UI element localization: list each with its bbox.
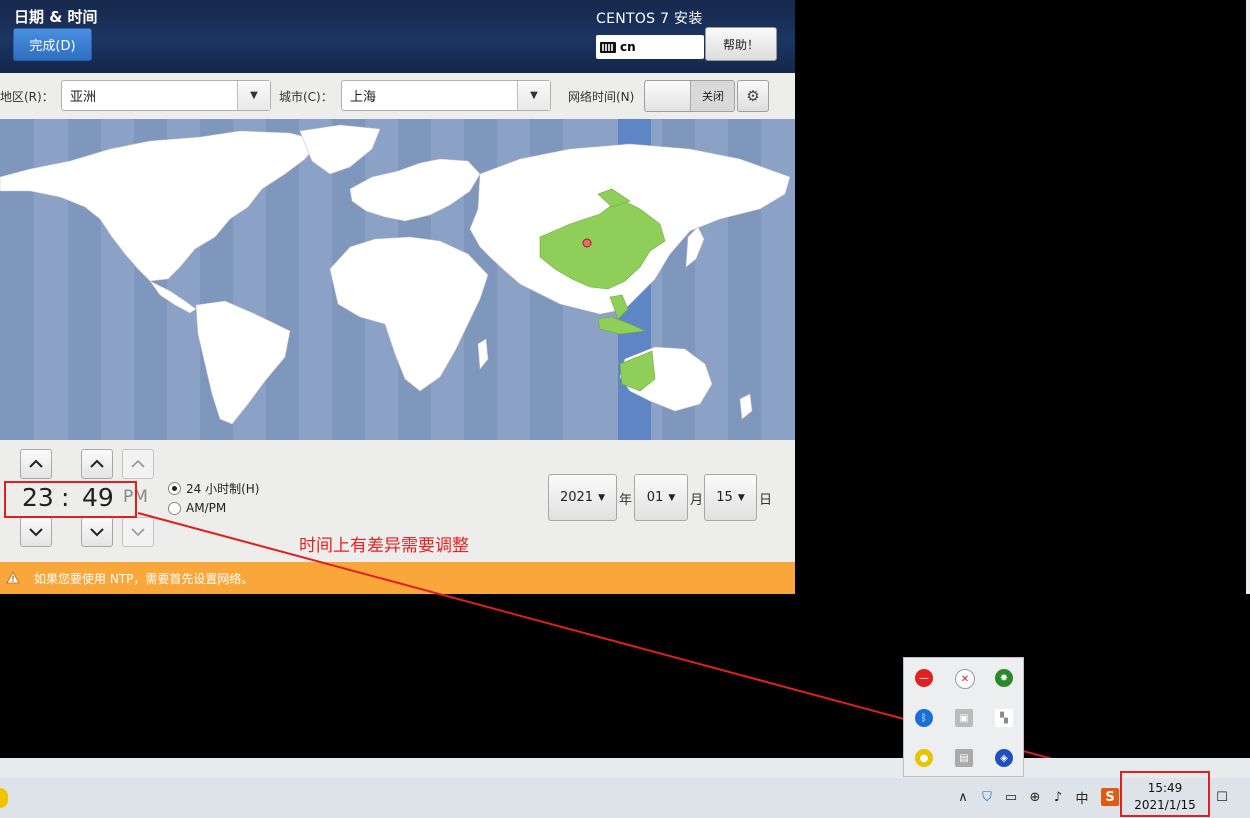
minute-up-button[interactable] — [81, 449, 113, 479]
chevron-down-icon: ▼ — [737, 492, 745, 503]
bluetooth-icon[interactable]: ᛒ — [915, 709, 933, 727]
chevron-down-icon[interactable]: ▼ — [237, 81, 270, 110]
shield-icon[interactable]: ⛉ — [978, 788, 996, 806]
city-label: 城市(C)： — [279, 90, 333, 104]
chevron-down-icon — [90, 528, 104, 537]
ime-indicator[interactable]: 中 — [1073, 788, 1091, 807]
volume-icon[interactable]: ♪ — [1049, 788, 1067, 806]
region-label: 地区(R)： — [0, 90, 54, 104]
format-24h-radio[interactable]: 24 小时制(H) — [168, 480, 259, 497]
tray-overflow-popup: — ✕ ✸ ᛒ ▣ ▚ ● ▤ ◈ — [903, 657, 1024, 777]
month-unit: 月 — [690, 493, 704, 508]
update-icon[interactable]: ◈ — [995, 749, 1013, 767]
antivirus-icon[interactable]: ✸ — [995, 669, 1013, 687]
notification-icon[interactable]: ☐ — [1213, 788, 1231, 806]
day-unit: 日 — [759, 493, 773, 508]
chevron-down-icon: ▼ — [598, 492, 605, 503]
keyboard-icon — [600, 41, 616, 53]
year-unit: 年 — [619, 493, 633, 508]
day-select[interactable]: 15 ▼ — [704, 474, 757, 521]
ampm-up-button[interactable] — [122, 449, 154, 479]
network-time-label: 网络时间(N) — [568, 90, 635, 104]
page-title: 日期 & 时间 — [14, 8, 98, 26]
time-highlight-box — [4, 481, 137, 518]
year-value: 2021 — [559, 490, 594, 505]
taskbar-upper-strip — [0, 758, 1250, 778]
location-pin-icon — [582, 238, 592, 248]
switch-knob[interactable] — [645, 81, 691, 111]
cloud-icon[interactable]: ● — [915, 749, 933, 767]
format-24h-label: 24 小时制(H) — [186, 482, 260, 496]
year-select[interactable]: 2021 ▼ — [548, 474, 617, 521]
annotation-text: 时间上有差异需要调整 — [299, 536, 469, 556]
help-button[interactable]: 帮助！ — [705, 27, 777, 61]
hour-down-button[interactable] — [20, 517, 52, 547]
app-icon[interactable]: ▚ — [995, 709, 1013, 727]
format-ampm-radio[interactable]: AM/PM — [168, 501, 226, 515]
switch-state-label: 关闭 — [702, 90, 724, 103]
screen-icon[interactable]: ▣ — [955, 709, 973, 727]
keyboard-layout-indicator[interactable]: cn — [596, 35, 704, 59]
block-icon[interactable]: — — [915, 669, 933, 687]
keyboard-layout-label: cn — [620, 40, 636, 54]
chevron-down-icon — [131, 528, 145, 537]
chevron-up-icon[interactable]: ∧ — [954, 788, 972, 806]
chevron-up-icon — [90, 459, 104, 468]
done-button[interactable]: 完成(D) — [13, 28, 92, 61]
radio-indicator[interactable] — [168, 501, 181, 515]
chevron-down-icon[interactable]: ▼ — [517, 81, 550, 110]
chevron-up-icon — [131, 459, 145, 468]
battery-icon[interactable]: ▭ — [1002, 788, 1020, 806]
background-window-edge — [1246, 0, 1250, 594]
shield-icon[interactable]: ✕ — [955, 669, 975, 689]
sogou-icon[interactable]: S — [1101, 788, 1119, 806]
month-value: 01 — [646, 490, 664, 505]
chevron-down-icon — [29, 528, 43, 537]
header-bar: 日期 & 时间 完成(D) CENTOS 7 安装 cn 帮助！ — [0, 0, 795, 73]
warning-text: 如果您要使用 NTP，需要首先设置网络。 — [34, 572, 254, 586]
network-time-switch[interactable]: 关闭 — [644, 80, 735, 112]
hour-up-button[interactable] — [20, 449, 52, 479]
city-value: 上海 — [350, 90, 377, 105]
region-value: 亚洲 — [70, 90, 97, 105]
clock-highlight-box — [1120, 771, 1210, 817]
region-combo[interactable]: 亚洲 ▼ — [61, 80, 271, 111]
world-map-graphic[interactable] — [0, 119, 795, 440]
network-icon[interactable]: ⊕ — [1026, 788, 1044, 806]
start-app-icon[interactable] — [0, 788, 8, 808]
ntp-settings-button[interactable]: ⚙ — [737, 80, 769, 112]
gear-icon: ⚙ — [746, 87, 760, 105]
warning-icon — [6, 571, 20, 584]
ampm-down-button[interactable] — [122, 517, 154, 547]
document-icon[interactable]: ▤ — [955, 749, 973, 767]
format-ampm-label: AM/PM — [186, 501, 227, 515]
month-select[interactable]: 01 ▼ — [634, 474, 688, 521]
chevron-up-icon — [29, 459, 43, 468]
day-value: 15 — [716, 490, 733, 505]
chevron-down-icon: ▼ — [668, 492, 676, 503]
city-combo[interactable]: 上海 ▼ — [341, 80, 551, 111]
product-title: CENTOS 7 安装 — [596, 11, 703, 27]
radio-indicator[interactable] — [168, 482, 181, 495]
minute-down-button[interactable] — [81, 517, 113, 547]
timezone-map[interactable] — [0, 119, 795, 440]
